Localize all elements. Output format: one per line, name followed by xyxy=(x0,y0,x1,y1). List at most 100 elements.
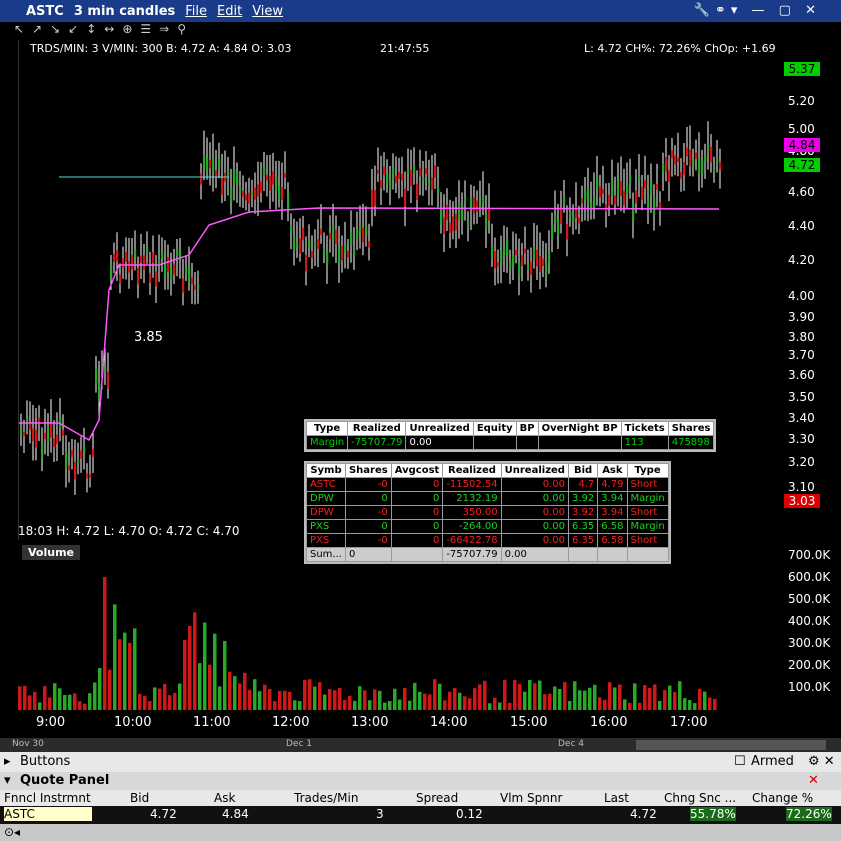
interval-dropdown[interactable]: 3 min candles xyxy=(74,4,175,19)
candle-body xyxy=(23,431,26,437)
account-cell: -75707.79 xyxy=(347,435,407,450)
candle-body xyxy=(272,171,275,185)
position-cell: 6.58 xyxy=(597,519,628,534)
position-row[interactable]: DPW -0 0 350.00 0.00 3.92 3.94 Short xyxy=(306,505,669,520)
volume-bar xyxy=(78,701,82,710)
position-cell: 0.00 xyxy=(500,533,569,548)
candle-body xyxy=(566,224,569,240)
candle-body xyxy=(296,242,299,248)
position-cell: -11502.54 xyxy=(442,477,502,492)
menu-file[interactable]: File xyxy=(185,4,207,19)
armed-checkbox[interactable]: ☐ xyxy=(734,754,746,769)
candle-body xyxy=(521,255,524,266)
quote-cell: 4.84 xyxy=(222,807,249,821)
candle-body xyxy=(368,241,371,248)
quote-cell: 72.26% xyxy=(786,807,832,821)
expand-icon[interactable]: ▸ xyxy=(4,754,11,769)
candle-body xyxy=(35,430,38,448)
quote-header-cell[interactable]: Fnncl Instrmnt xyxy=(4,791,91,805)
candle-body xyxy=(308,238,311,248)
price-axis[interactable]: 5.205.004.804.604.404.204.003.903.803.70… xyxy=(780,40,841,560)
account-cell xyxy=(537,435,622,450)
candle-body xyxy=(383,166,386,176)
candle-body xyxy=(167,257,170,273)
volume-bar xyxy=(703,691,707,710)
scroll-arrows-icon[interactable]: ⊙◂ xyxy=(4,825,20,839)
candle-body xyxy=(488,208,491,221)
volume-bar xyxy=(543,694,547,710)
quote-header-cell[interactable]: Spread xyxy=(416,791,458,805)
time-axis[interactable]: 9:00 10:00 11:00 12:00 13:00 14:00 15:00 16:00 1… xyxy=(0,712,841,736)
position-cell: 0 xyxy=(390,491,444,506)
quote-header-cell[interactable]: Change % xyxy=(752,791,813,805)
quote-panel-footer[interactable]: ⊙◂ xyxy=(0,824,841,841)
quote-header-cell[interactable]: Trades/Min xyxy=(294,791,358,805)
quote-header-cell[interactable]: Ask xyxy=(214,791,235,805)
symbol-dropdown[interactable]: ASTC xyxy=(26,4,64,19)
candle-body xyxy=(152,252,155,264)
candle-body xyxy=(68,465,71,471)
volume-bar xyxy=(183,639,187,710)
volume-chart[interactable] xyxy=(18,560,780,710)
sum-cell: 0.00 xyxy=(500,547,569,562)
quote-cell: 4.72 xyxy=(630,807,657,821)
scroll-thumb[interactable] xyxy=(636,740,826,750)
quote-header-cell[interactable]: Last xyxy=(604,791,629,805)
candle-body xyxy=(656,184,659,190)
quote-header-cell[interactable]: Chng Snc ... xyxy=(664,791,736,805)
drawing-toolbar[interactable]: ↖↗↘↙↕↔⊕☰⇒⚲ xyxy=(0,22,841,40)
volume-bar xyxy=(483,680,487,710)
candle-body xyxy=(701,160,704,175)
menu-edit[interactable]: Edit xyxy=(217,4,242,19)
candle-body xyxy=(98,383,101,402)
candle-body xyxy=(155,271,158,287)
volume-bar xyxy=(178,683,182,710)
position-row[interactable]: DPW 0 0 2132.19 0.00 3.92 3.94 Margin xyxy=(306,491,669,506)
volume-bar xyxy=(508,702,512,710)
candle-body xyxy=(56,434,59,445)
quote-header-cell[interactable]: Bid xyxy=(130,791,149,805)
panel-controls[interactable]: ⚙ ✕ xyxy=(808,754,835,769)
candle-body xyxy=(512,254,515,267)
candle-body xyxy=(212,158,215,173)
position-cell: 0 xyxy=(390,477,444,492)
quote-row[interactable]: ASTC 4.72 4.84 3 0.12 4.72 55.78% 72.26% xyxy=(0,806,841,824)
collapse-icon[interactable]: ▾ xyxy=(4,773,11,788)
armed-label: Armed xyxy=(751,754,794,769)
position-cell: ASTC xyxy=(306,477,346,492)
candle-body xyxy=(116,250,119,262)
close-icon[interactable]: ✕ xyxy=(808,773,819,788)
volume-bar xyxy=(228,671,232,710)
position-cell: 3.92 xyxy=(567,491,599,506)
candle-body xyxy=(572,214,575,223)
volume-bar xyxy=(533,683,537,710)
volume-bar xyxy=(628,702,632,710)
candle-body xyxy=(182,278,185,293)
volume-bar xyxy=(68,694,72,710)
volume-bar xyxy=(673,692,677,710)
last-tag: 4.72 xyxy=(784,158,820,172)
candle-body xyxy=(500,250,503,265)
volume-bar xyxy=(208,664,212,710)
candle-body xyxy=(395,175,398,184)
time-scrollbar[interactable]: Nov 30 Dec 1 Dec 4 xyxy=(0,738,841,752)
volume-bar xyxy=(553,686,557,710)
position-row[interactable]: PXS -0 0 -66422.78 0.00 6.35 6.58 Short xyxy=(306,533,669,548)
candle-body xyxy=(65,452,68,469)
candle-body xyxy=(674,155,677,165)
quote-header-cell[interactable]: Vlm Spnnr xyxy=(500,791,562,805)
position-row[interactable]: ASTC -0 0 -11502.54 0.00 4.7 4.79 Short xyxy=(306,477,669,492)
window-controls[interactable]: 🔧⚭▾ — ▢ ✕ xyxy=(694,3,821,18)
position-row[interactable]: PXS 0 0 -264.00 0.00 6.35 6.58 Margin xyxy=(306,519,669,534)
volume-bar xyxy=(523,691,527,710)
candle-body xyxy=(641,186,644,200)
candle-body xyxy=(596,176,599,189)
positions-header-cell: Realized xyxy=(442,463,502,478)
account-header-cell: Shares xyxy=(667,421,715,436)
menu-view[interactable]: View xyxy=(252,4,283,19)
candle-body xyxy=(698,157,701,175)
volume-axis: 700.0K 600.0K 500.0K 400.0K 300.0K 200.0K 100.… xyxy=(780,548,841,708)
candle-body xyxy=(689,149,692,167)
buttons-label[interactable]: Buttons xyxy=(20,754,70,769)
volume-bar xyxy=(258,691,262,710)
